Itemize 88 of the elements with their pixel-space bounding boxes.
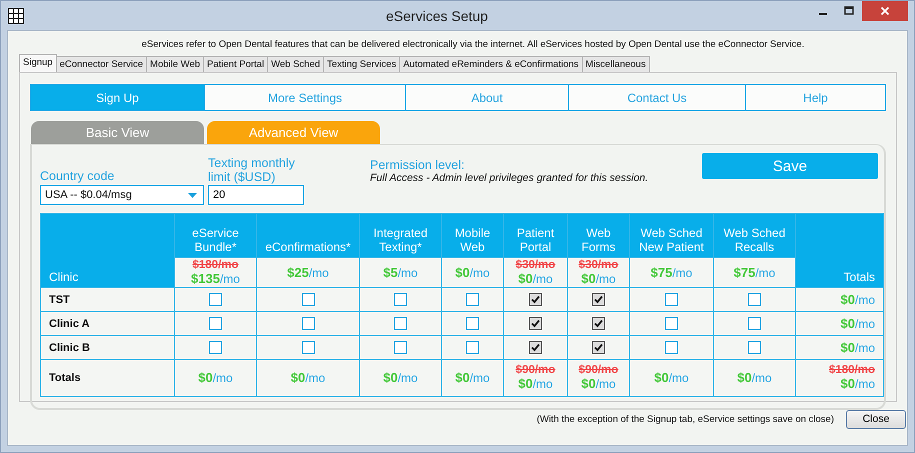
tab[interactable]: Miscellaneous [582,56,650,72]
checkbox[interactable] [748,316,761,330]
column-header: Clinic [40,214,174,288]
checkbox[interactable] [529,316,542,330]
price-text: $5/mo [383,264,418,280]
price-text: $0/mo [581,270,616,286]
price-text: $135/mo [191,270,240,286]
price-text: $0/mo [581,376,616,392]
price-text: $0/mo [840,340,875,356]
checkbox[interactable] [209,316,222,330]
old-price-text: $30/mo [516,258,556,270]
field-label: Texting monthly limit ($USD) [208,156,296,184]
old-price-text: $180/mo [828,364,875,376]
tab[interactable]: Signup [19,54,57,72]
tab[interactable]: Web Sched [267,56,324,72]
close-button[interactable] [862,1,908,21]
column-header: Integrated Texting* [360,214,442,258]
close-icon [880,6,890,16]
checkbox[interactable] [665,316,678,330]
price-text: $0/mo [737,370,772,386]
column-header: Web Sched Recalls [714,214,796,258]
price-text: $0/mo [840,292,875,308]
window-title: eServices Setup [385,8,489,24]
old-price-text: $90/mo [516,364,556,376]
checkbox[interactable] [466,316,479,330]
checkbox[interactable] [466,340,479,354]
tab[interactable]: Texting Services [323,56,400,72]
price-text: $75/mo [650,264,692,280]
price-text: $0/mo [290,370,326,386]
price-text: $0/mo [840,376,875,392]
footer-note: (With the exception of the Signup tab, eService settings save on close) [536,414,834,424]
column-header: Web Sched New Patient [630,214,714,258]
checkbox[interactable] [592,316,605,330]
texting-limit-field[interactable]: 20 [208,185,304,205]
field-label: Country code [40,169,116,183]
checkbox[interactable] [302,316,314,330]
checkbox[interactable] [665,292,678,306]
close-dialog-button[interactable]: Close [846,410,906,428]
checkbox[interactable] [209,340,222,354]
checkbox[interactable] [302,292,314,306]
column-header: eConfirmations* [256,214,360,258]
old-price-text: $180/mo [192,258,239,270]
price-text: $0/mo [840,316,875,332]
grid-icon [8,8,24,24]
price-text: $0/mo [455,264,490,280]
minimize-icon [819,13,827,15]
country-code-dropdown[interactable]: USA -- $0.04/msg [40,185,204,205]
column-header: Mobile Web [442,214,504,258]
price-text: $0/mo [518,270,553,286]
tab[interactable]: Patient Portal [203,56,268,72]
clinic-cell: Clinic B [40,336,174,360]
tab[interactable]: eConnector Service [56,56,148,72]
price-text: $0/mo [198,370,233,386]
column-header: Web Forms [568,214,630,258]
checkbox[interactable] [394,292,407,306]
checkbox[interactable] [394,340,407,354]
price-text: $25/mo [287,264,329,280]
clinic-cell: Clinic A [40,312,174,336]
checkbox[interactable] [592,340,605,354]
price-text: $0/mo [518,376,553,392]
checkbox[interactable] [748,340,761,354]
clinic-cell: TST [40,288,174,312]
checkbox[interactable] [748,292,761,306]
permission-label: Permission level: [370,158,466,172]
column-header: eService Bundle* [174,214,256,258]
price-text: $0/mo [383,370,418,386]
checkbox[interactable] [665,340,678,354]
old-price-text: $30/mo [578,258,618,270]
checkbox[interactable] [592,292,605,306]
checkbox[interactable] [529,292,542,306]
checkbox[interactable] [209,292,222,306]
price-text: $75/mo [734,264,776,280]
checkbox[interactable] [394,316,407,330]
tab[interactable]: Automated eReminders & eConfirmations [399,56,583,72]
column-header: Patient Portal [504,214,568,258]
checkbox[interactable] [529,340,542,354]
totals-label: Totals [40,360,174,396]
maximize-icon [844,6,854,16]
permission-text: Full Access - Admin level privileges granted for this session. [370,172,648,184]
checkbox[interactable] [302,340,314,354]
caret-icon [188,192,197,198]
price-text: $0/mo [654,370,689,386]
old-price-text: $90/mo [578,364,618,376]
checkbox[interactable] [466,292,479,306]
intro-text: eServices refer to Open Dental features that can be delivered electronically via the internet. All eServices hosted by Open Dental use the eConnector Service. [140,38,806,52]
column-header: Totals [796,214,884,288]
tab[interactable]: Mobile Web [146,56,204,72]
price-text: $0/mo [455,370,490,386]
